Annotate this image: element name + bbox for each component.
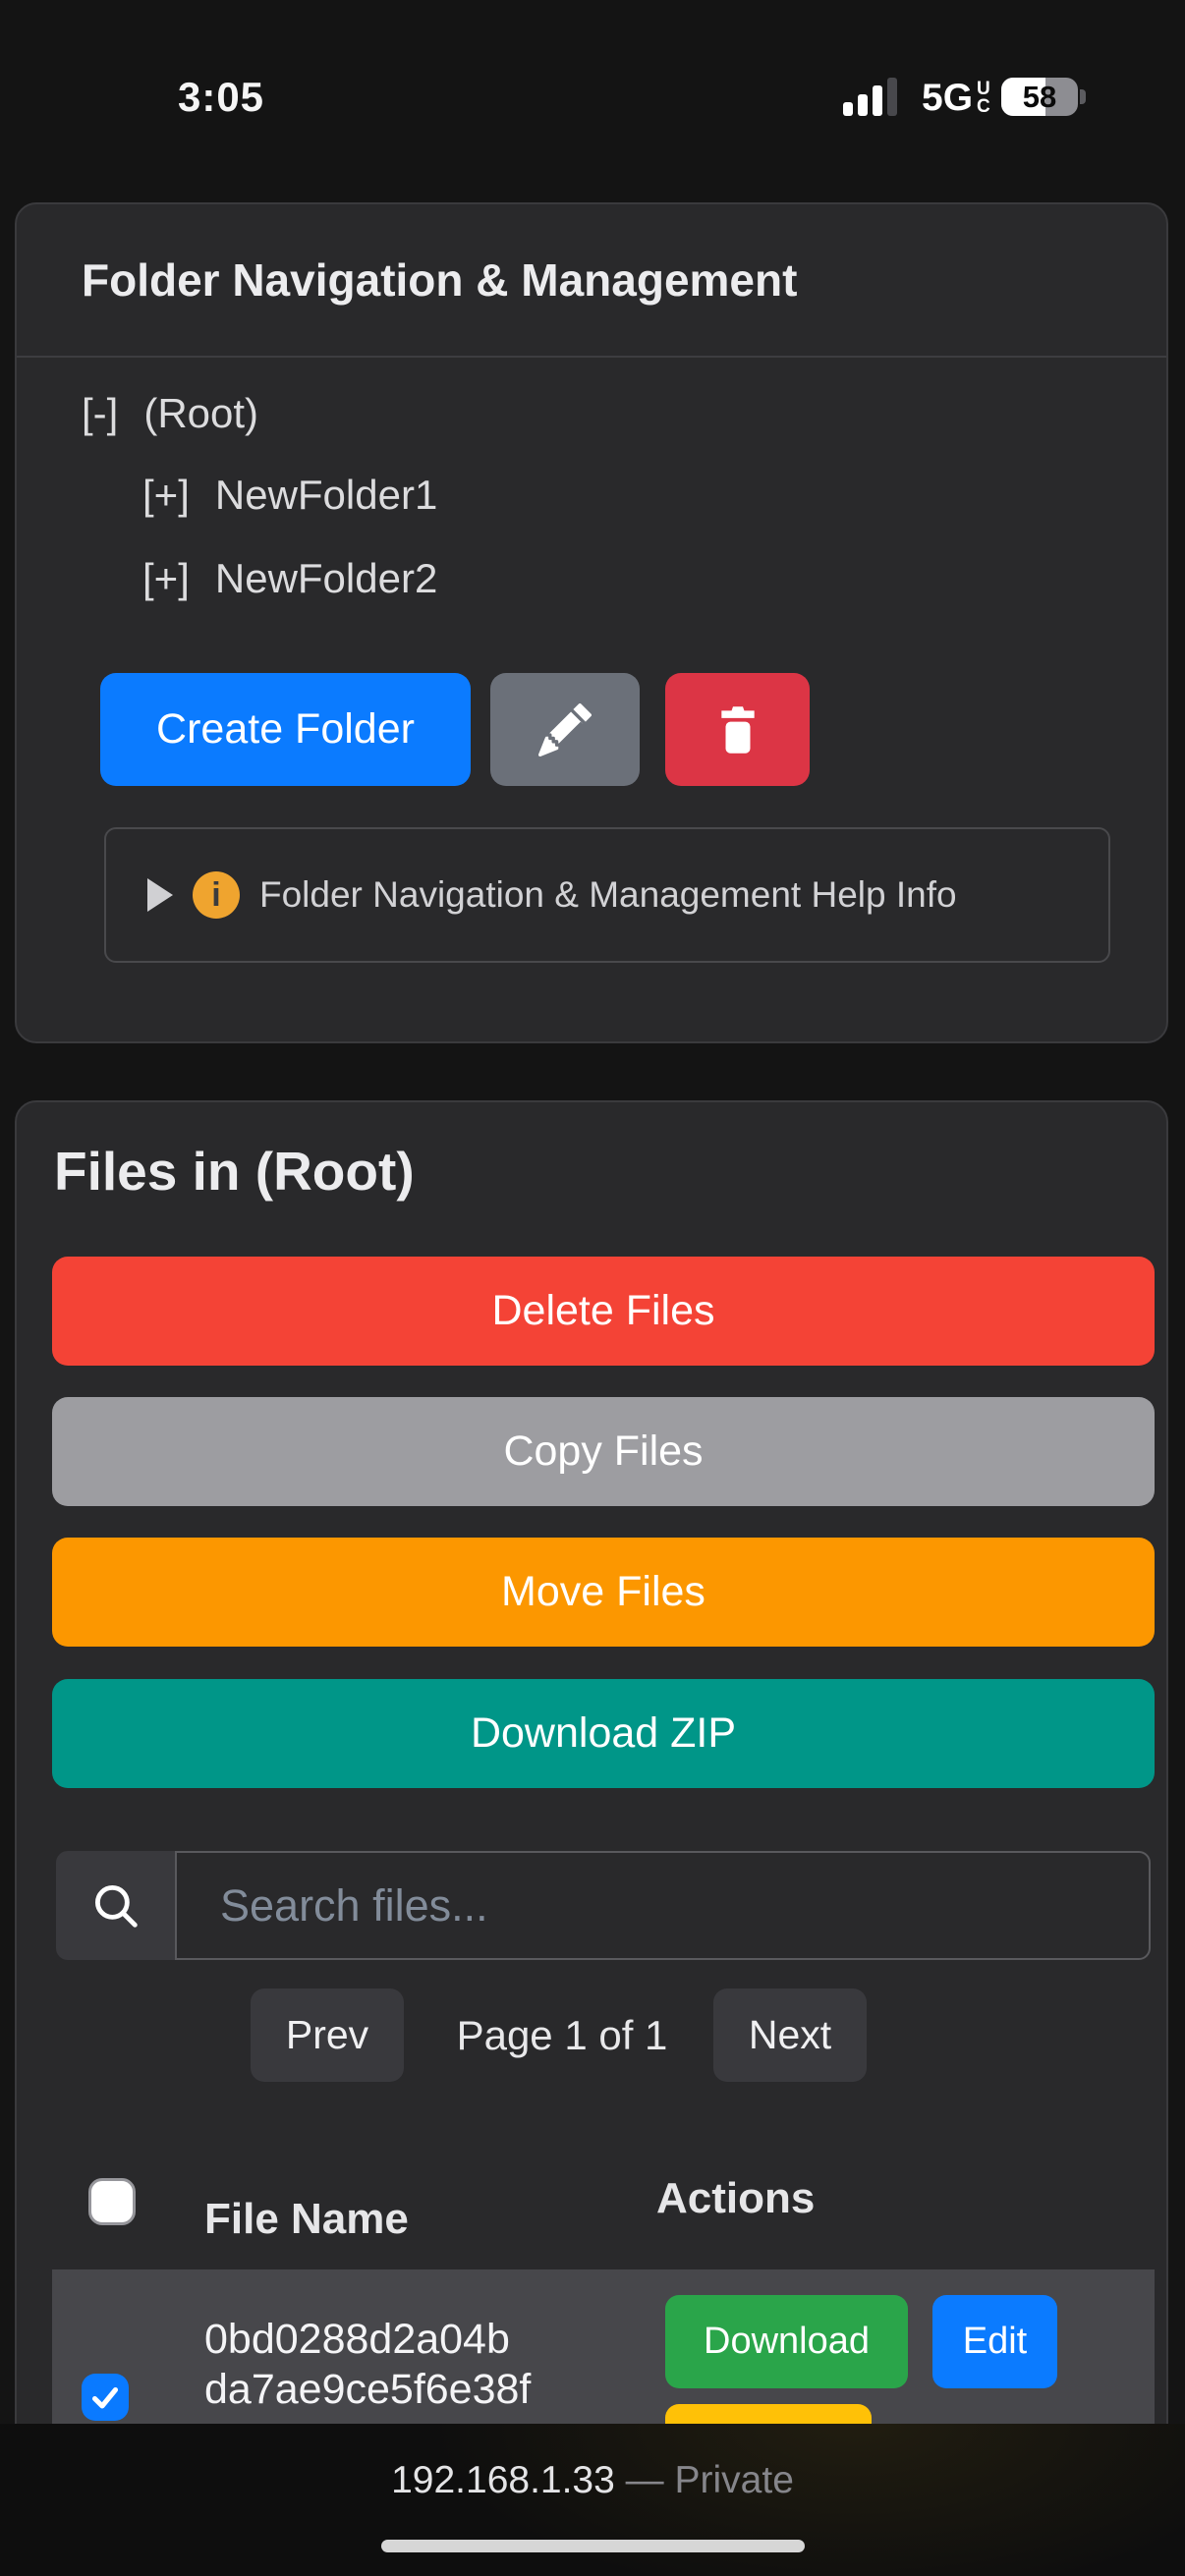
column-header-file-name: File Name — [204, 2195, 409, 2244]
home-indicator[interactable] — [381, 2540, 805, 2552]
delete-folder-button[interactable] — [665, 673, 810, 786]
search-icon — [87, 1877, 144, 1934]
rename-folder-button[interactable] — [490, 673, 640, 786]
page-indicator: Page 1 of 1 — [429, 1988, 695, 2082]
network-label: 5G — [922, 77, 973, 120]
privacy-label: Private — [675, 2459, 794, 2501]
tree-toggle[interactable]: [+] — [142, 472, 190, 519]
signal-bar-empty — [887, 78, 897, 116]
signal-strength-icon — [843, 77, 897, 116]
info-icon: i — [193, 871, 240, 919]
card-header-divider — [17, 356, 1166, 358]
search-input[interactable] — [175, 1851, 1151, 1960]
copy-files-button[interactable]: Copy Files — [52, 1397, 1155, 1506]
edit-file-button[interactable]: Edit — [932, 2295, 1057, 2388]
prev-page-button[interactable]: Prev — [251, 1988, 404, 2082]
signal-bar — [873, 85, 882, 116]
tree-item-newfolder1[interactable]: [+] NewFolder1 — [142, 468, 437, 523]
tree-toggle[interactable]: [+] — [142, 555, 190, 602]
folder-card-title: Folder Navigation & Management — [82, 253, 797, 307]
tree-item-root[interactable]: [-] (Root) — [82, 386, 258, 441]
tree-item-newfolder2[interactable]: [+] NewFolder2 — [142, 551, 437, 606]
folder-help-disclosure[interactable]: i Folder Navigation & Management Help In… — [104, 827, 1110, 963]
column-header-actions: Actions — [656, 2174, 815, 2223]
signal-bar — [858, 94, 868, 116]
files-card-title: Files in (Root) — [54, 1140, 415, 1203]
delete-files-button[interactable]: Delete Files — [52, 1257, 1155, 1366]
tree-toggle[interactable]: [-] — [82, 390, 118, 437]
address-text[interactable]: 192.168.1.33 — [391, 2459, 615, 2501]
search-icon-box — [56, 1851, 175, 1960]
trash-icon — [713, 702, 762, 757]
signal-bar — [843, 102, 853, 116]
file-name: 0bd0288d2a04b da7ae9ce5f6e38f — [204, 2315, 531, 2415]
battery-pill: 58 — [1001, 78, 1078, 116]
disclosure-triangle-icon[interactable] — [147, 878, 173, 912]
checkmark-icon — [87, 2380, 123, 2415]
battery-icon: 58 — [1001, 78, 1086, 116]
next-page-button[interactable]: Next — [713, 1988, 867, 2082]
tree-item-label[interactable]: NewFolder2 — [215, 555, 437, 602]
status-time: 3:05 — [157, 73, 285, 122]
network-sub-label: U C — [977, 81, 990, 116]
pencil-icon — [538, 703, 592, 756]
help-summary-label[interactable]: Folder Navigation & Management Help Info — [259, 874, 957, 916]
iphone-screen: 3:05 5G U C 58 Folder Navigation & Manag… — [0, 0, 1185, 2576]
address-bar[interactable]: 192.168.1.33 — Private — [0, 2459, 1185, 2502]
download-file-button[interactable]: Download — [665, 2295, 908, 2388]
tree-item-label[interactable]: NewFolder1 — [215, 472, 437, 519]
move-files-button[interactable]: Move Files — [52, 1538, 1155, 1647]
create-folder-button[interactable]: Create Folder — [100, 673, 471, 786]
download-zip-button[interactable]: Download ZIP — [52, 1679, 1155, 1788]
files-card: Files in (Root) Delete Files Copy Files … — [15, 1100, 1168, 2576]
folder-management-card: Folder Navigation & Management [-] (Root… — [15, 202, 1168, 1043]
network-type-indicator: 5G U C — [922, 77, 990, 120]
battery-nub — [1080, 89, 1086, 104]
row-checkbox-checked[interactable] — [82, 2374, 129, 2421]
address-separator: — — [626, 2459, 664, 2501]
tree-item-label[interactable]: (Root) — [143, 390, 258, 437]
browser-toolbar: 192.168.1.33 — Private — [0, 2424, 1185, 2576]
battery-percent: 58 — [1001, 78, 1078, 116]
select-all-checkbox[interactable] — [88, 2178, 136, 2225]
